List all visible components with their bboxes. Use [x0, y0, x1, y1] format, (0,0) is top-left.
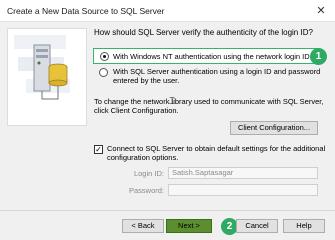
title-bar: Create a New Data Source to SQL Server ✕ — [0, 0, 335, 22]
password-field[interactable] — [168, 184, 318, 196]
step-1-badge: 1 — [310, 48, 327, 65]
next-button[interactable]: Next > — [166, 219, 212, 233]
sql-auth-label: With SQL Server authentication using a l… — [113, 67, 321, 85]
back-button[interactable]: < Back — [122, 219, 164, 233]
login-id-label: Login ID: — [133, 169, 164, 178]
connect-checkbox[interactable]: ✓ — [94, 145, 103, 154]
windows-auth-option[interactable]: With Windows NT authentication using the… — [93, 48, 318, 64]
window-title: Create a New Data Source to SQL Server — [7, 6, 165, 16]
connect-checkbox-label: Connect to SQL Server to obtain default … — [107, 144, 326, 162]
auth-question: How should SQL Server verify the authent… — [94, 28, 313, 37]
footer-divider — [0, 210, 335, 211]
sql-auth-radio[interactable] — [99, 68, 108, 77]
login-id-field[interactable]: Satish.Saptasagar — [168, 167, 318, 179]
help-button[interactable]: Help — [283, 219, 325, 233]
mouse-cursor-icon: ⌶ — [169, 96, 175, 107]
server-database-illustration-icon — [8, 29, 86, 125]
client-configuration-button[interactable]: Client Configuration... — [230, 121, 318, 135]
windows-auth-radio[interactable] — [100, 52, 109, 61]
network-library-text: To change the network library used to co… — [94, 97, 324, 115]
close-icon[interactable]: ✕ — [307, 0, 335, 22]
cancel-button[interactable]: Cancel — [236, 219, 278, 233]
wizard-illustration — [7, 28, 87, 126]
windows-auth-label: With Windows NT authentication using the… — [113, 52, 312, 61]
password-label: Password: — [128, 186, 164, 195]
